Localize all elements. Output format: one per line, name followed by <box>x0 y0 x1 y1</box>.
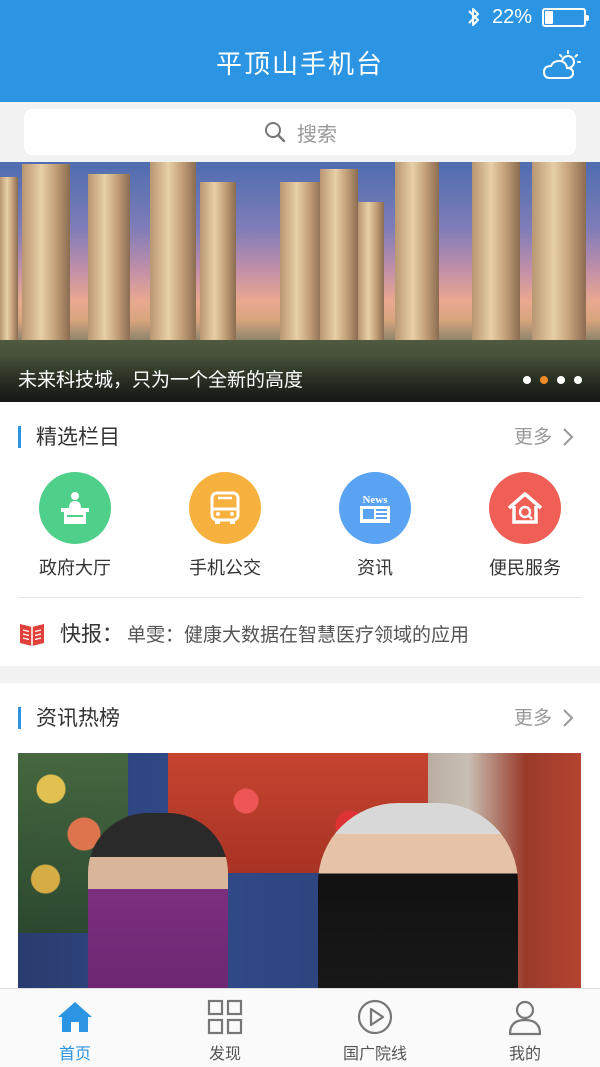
carousel-dot[interactable] <box>523 376 531 384</box>
bus-icon <box>189 472 261 544</box>
banner-carousel[interactable]: 未来科技城，只为一个全新的高度 <box>0 162 600 402</box>
tab-label: 我的 <box>508 1044 541 1063</box>
hot-news-photo[interactable] <box>18 753 581 993</box>
hot-news-section: 资讯热榜 更多 <box>0 683 600 993</box>
featured-item-label: 手机公交 <box>189 558 261 579</box>
hot-news-header: 资讯热榜 更多 <box>0 703 600 733</box>
search-placeholder: 搜索 <box>297 121 337 146</box>
government-hall-icon <box>39 472 111 544</box>
more-label: 更多 <box>513 707 552 729</box>
divider <box>18 597 582 598</box>
news-flash-headline[interactable]: 单雯：健康大数据在智慧医疗领域的应用 <box>127 620 469 647</box>
banner-building <box>395 162 439 352</box>
featured-item-news[interactable]: News 资讯 <box>300 472 450 580</box>
app-header: 22% 平顶山手机台 <box>0 0 600 102</box>
play-circle-icon <box>357 999 393 1035</box>
status-bar: 22% <box>466 5 589 28</box>
tab-label: 首页 <box>58 1044 91 1063</box>
book-icon <box>20 624 44 646</box>
featured-item-government[interactable]: 政府大厅 <box>0 472 150 580</box>
featured-title: 精选栏目 <box>36 425 120 449</box>
search-area: 搜索 <box>0 102 600 162</box>
hot-news-more-link[interactable]: 更多 <box>514 703 574 733</box>
search-icon <box>265 122 286 143</box>
page-title: 平顶山手机台 <box>215 50 384 80</box>
featured-grid: 政府大厅 手机公交 News 资讯 便民服务 <box>0 472 600 580</box>
hot-news-title: 资讯热榜 <box>36 706 120 730</box>
battery-fill <box>545 10 554 24</box>
bluetooth-icon <box>468 8 479 26</box>
banner-caption: 未来科技城，只为一个全新的高度 <box>18 369 304 391</box>
tab-discover[interactable]: 发现 <box>150 989 300 1067</box>
news-flash-colon: ： <box>102 622 123 646</box>
featured-item-label: 便民服务 <box>489 558 561 579</box>
featured-item-label: 资讯 <box>357 558 393 579</box>
section-accent-bar <box>18 707 21 729</box>
tab-profile[interactable]: 我的 <box>450 989 600 1067</box>
more-label: 更多 <box>513 426 552 448</box>
tab-label: 发现 <box>208 1044 241 1063</box>
news-flash-label: 快报： <box>60 618 123 648</box>
photo-person-right <box>318 803 518 993</box>
carousel-dot[interactable] <box>540 376 548 384</box>
banner-building <box>358 202 384 352</box>
home-icon <box>58 1002 92 1032</box>
photo-person-left <box>88 813 228 993</box>
carousel-indicators[interactable] <box>523 376 582 384</box>
chevron-right-icon <box>563 709 574 727</box>
news-flash-label-text: 快报 <box>60 622 102 646</box>
carousel-dot[interactable] <box>557 376 565 384</box>
tab-label: 国广院线 <box>342 1044 407 1063</box>
banner-building <box>150 162 196 352</box>
news-flash-bar[interactable]: 快报： 单雯：健康大数据在智慧医疗领域的应用 <box>0 613 600 653</box>
featured-header: 精选栏目 更多 <box>0 422 600 452</box>
tab-home[interactable]: 首页 <box>0 989 150 1067</box>
home-service-icon <box>489 472 561 544</box>
banner-building <box>472 162 520 352</box>
tab-cinema[interactable]: 国广院线 <box>300 989 450 1067</box>
banner-building <box>280 182 322 352</box>
news-icon-text: News <box>362 494 388 506</box>
news-icon: News <box>339 472 411 544</box>
weather-icon[interactable] <box>542 50 582 82</box>
banner-building <box>200 182 236 352</box>
banner-building <box>320 169 358 352</box>
featured-more-link[interactable]: 更多 <box>514 422 574 452</box>
chevron-right-icon <box>563 428 574 446</box>
search-input[interactable]: 搜索 <box>24 109 576 155</box>
bottom-tab-bar: 首页 发现 国广院线 我的 <box>0 988 600 1067</box>
featured-item-bus[interactable]: 手机公交 <box>150 472 300 580</box>
battery-percent: 22% <box>491 5 532 28</box>
featured-item-service[interactable]: 便民服务 <box>450 472 600 580</box>
banner-building <box>22 164 70 352</box>
featured-item-label: 政府大厅 <box>39 558 111 579</box>
banner-caption-bar: 未来科技城，只为一个全新的高度 <box>0 356 600 402</box>
carousel-dot[interactable] <box>574 376 582 384</box>
section-accent-bar <box>18 426 21 448</box>
banner-building <box>532 162 586 352</box>
battery-icon <box>542 7 589 27</box>
grid-icon <box>207 999 243 1035</box>
featured-section: 精选栏目 更多 政府大厅 手机公交 News 资讯 便民服务 快报： 单雯：健康… <box>0 402 600 666</box>
user-icon <box>508 1000 542 1036</box>
banner-building <box>88 174 130 352</box>
banner-building <box>0 177 18 352</box>
